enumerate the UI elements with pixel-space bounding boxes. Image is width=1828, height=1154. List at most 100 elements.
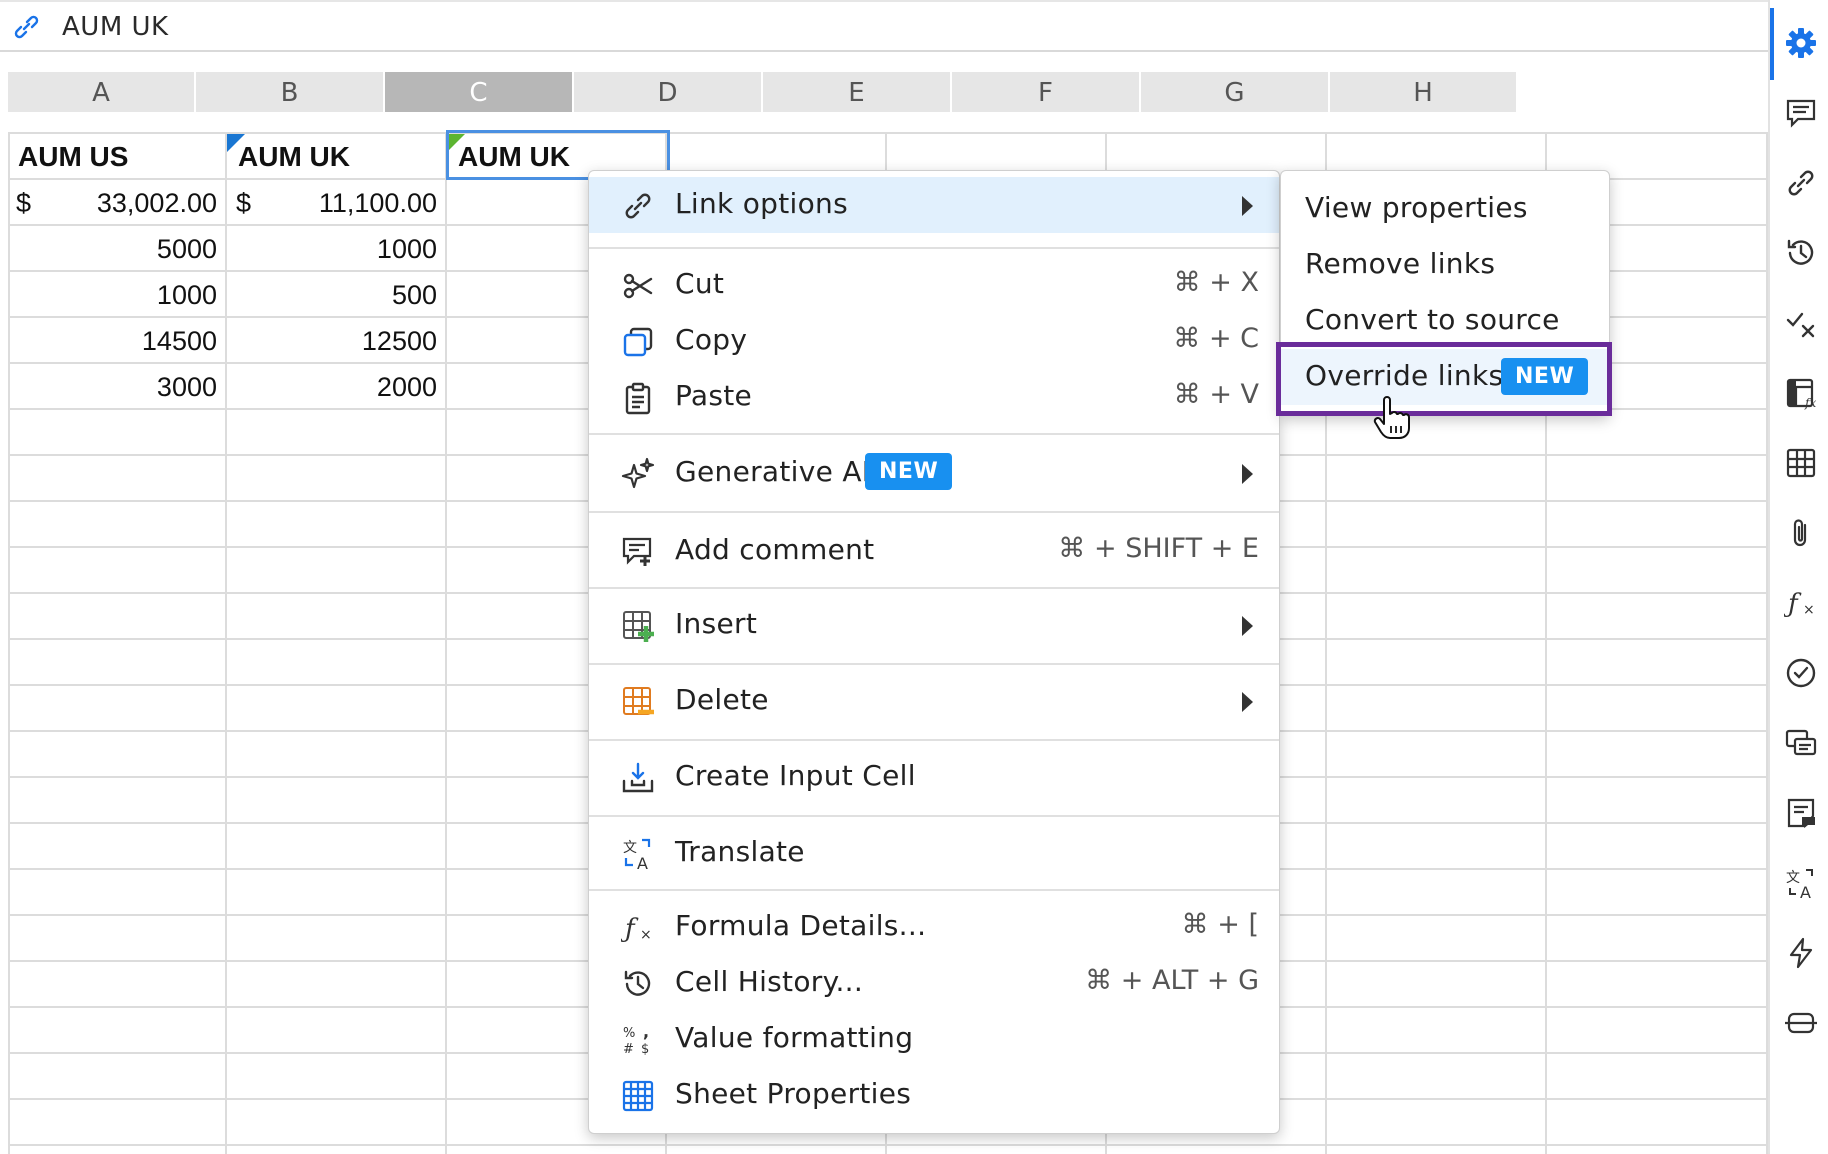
currency-symbol: $ <box>236 188 252 218</box>
menu-item-delete[interactable]: Delete <box>589 673 1279 729</box>
menu-item-insert[interactable]: Insert <box>589 597 1279 653</box>
column-header-g[interactable]: G <box>1141 72 1330 112</box>
formula-bar[interactable]: AUM UK <box>0 0 1768 52</box>
formula-bar-value[interactable]: AUM UK <box>62 12 169 42</box>
menu-item-create-input-cell[interactable]: Create Input Cell <box>589 749 1279 805</box>
hand-cursor-icon <box>1372 396 1412 440</box>
notes-icon[interactable] <box>1784 796 1818 830</box>
menu-item-link-options[interactable]: Link options <box>589 177 1279 233</box>
menu-item-sheet-properties[interactable]: Sheet Properties <box>589 1067 1279 1123</box>
comment-icon[interactable] <box>1784 96 1818 130</box>
menu-item-cell-history[interactable]: Cell History... ⌘ + ALT + G <box>589 955 1279 1011</box>
svg-text:×: × <box>640 927 652 943</box>
column-header-e[interactable]: E <box>763 72 952 112</box>
fx-icon: ƒ × <box>620 911 655 945</box>
menu-divider <box>589 739 1279 741</box>
active-indicator <box>1770 8 1774 80</box>
shortcut-hint: ⌘ + V <box>1173 379 1259 410</box>
menu-item-formula-details[interactable]: ƒ × Formula Details... ⌘ + [ <box>589 899 1279 955</box>
menu-item-label: Translate <box>675 835 805 868</box>
translate-icon: 文A <box>621 837 655 873</box>
menu-item-label: Cut <box>675 267 725 300</box>
submenu-arrow-icon <box>1242 616 1253 636</box>
column-header-d[interactable]: D <box>574 72 763 112</box>
submenu-item-label: Convert to source <box>1305 303 1560 336</box>
menu-divider <box>589 663 1279 665</box>
shortcut-hint: ⌘ + X <box>1173 267 1259 298</box>
history-icon <box>621 967 655 1001</box>
column-header-h[interactable]: H <box>1330 72 1518 112</box>
download-tray-icon <box>621 761 655 795</box>
history-icon[interactable] <box>1784 236 1818 270</box>
menu-item-add-comment[interactable]: Add comment ⌘ + SHIFT + E <box>589 523 1279 579</box>
cell-b2[interactable]: $11,100.00 <box>230 180 445 224</box>
menu-divider <box>589 511 1279 513</box>
svg-text:×: × <box>1803 602 1815 618</box>
highlight-frame <box>1276 342 1612 416</box>
formula-sheet-icon[interactable]: fx <box>1784 376 1818 410</box>
cell-b5[interactable]: 12500 <box>230 318 445 362</box>
menu-item-cut[interactable]: Cut ⌘ + X <box>589 257 1279 313</box>
table-icon[interactable] <box>1784 446 1818 480</box>
menu-divider <box>589 247 1279 249</box>
scissors-icon <box>621 269 655 303</box>
sparkle-icon <box>621 457 655 491</box>
cell-a2[interactable]: $33,002.00 <box>10 180 225 224</box>
cell-b1[interactable]: AUM UK <box>230 134 445 178</box>
cell-b3[interactable]: 1000 <box>230 226 445 270</box>
check-x-icon[interactable] <box>1784 306 1818 340</box>
cell-a4[interactable]: 1000 <box>10 272 225 316</box>
right-sidebar: fx ƒ × 文A <box>1768 0 1828 1154</box>
cell-a1[interactable]: AUM US <box>10 134 225 178</box>
cell-a6[interactable]: 3000 <box>10 364 225 408</box>
menu-item-label: Add comment <box>675 533 875 566</box>
shortcut-hint: ⌘ + C <box>1173 323 1259 354</box>
menu-divider <box>589 433 1279 435</box>
link-icon[interactable] <box>1784 166 1818 200</box>
paperclip-icon[interactable] <box>1784 516 1818 550</box>
menu-item-label: Paste <box>675 379 753 412</box>
menu-item-copy[interactable]: Copy ⌘ + C <box>589 313 1279 369</box>
submenu-arrow-icon <box>1242 692 1253 712</box>
dependency-icon[interactable] <box>1784 1006 1818 1040</box>
grid-row-line <box>8 1144 1768 1146</box>
currency-symbol: $ <box>16 188 32 218</box>
conversations-icon[interactable] <box>1784 726 1818 760</box>
column-header-c[interactable]: C <box>385 72 574 112</box>
cell-b6[interactable]: 2000 <box>230 364 445 408</box>
translate-icon[interactable]: 文A <box>1784 866 1818 902</box>
svg-text:$: $ <box>641 1042 649 1057</box>
cell-a5[interactable]: 14500 <box>10 318 225 362</box>
column-header-f[interactable]: F <box>952 72 1141 112</box>
link-icon <box>621 189 655 223</box>
menu-item-label: Copy <box>675 323 748 356</box>
menu-divider <box>589 815 1279 817</box>
submenu-item-label: Remove links <box>1305 247 1496 280</box>
menu-item-generative-ai[interactable]: Generative AI NEW <box>589 445 1279 501</box>
menu-item-paste[interactable]: Paste ⌘ + V <box>589 369 1279 425</box>
menu-item-label: Create Input Cell <box>675 759 916 792</box>
column-header-b[interactable]: B <box>196 72 385 112</box>
svg-text:A: A <box>637 854 648 871</box>
column-header-a[interactable]: A <box>8 72 196 112</box>
submenu-item-remove-links[interactable]: Remove links <box>1281 237 1609 293</box>
svg-text:#: # <box>623 1042 634 1057</box>
comment-add-icon <box>621 535 655 569</box>
grid-minus-icon <box>621 685 655 719</box>
menu-item-label: Link options <box>675 187 848 220</box>
cell-b4[interactable]: 500 <box>230 272 445 316</box>
fx-icon[interactable]: ƒ × <box>1783 586 1818 620</box>
submenu-item-convert-to-source[interactable]: Convert to source <box>1281 293 1609 349</box>
lightning-icon[interactable] <box>1784 936 1818 970</box>
gear-icon[interactable] <box>1784 26 1818 60</box>
submenu-item-view-properties[interactable]: View properties <box>1281 181 1609 237</box>
context-menu: Link options Cut ⌘ + X Copy ⌘ + C Paste … <box>588 170 1280 1134</box>
check-circle-icon[interactable] <box>1784 656 1818 690</box>
cell-a3[interactable]: 5000 <box>10 226 225 270</box>
menu-divider <box>589 889 1279 891</box>
menu-item-value-formatting[interactable]: %, # $ Value formatting <box>589 1011 1279 1067</box>
menu-item-translate[interactable]: 文A Translate <box>589 825 1279 881</box>
svg-text:文: 文 <box>623 840 637 856</box>
shortcut-hint: ⌘ + [ <box>1181 909 1259 940</box>
menu-item-label: Formula Details... <box>675 909 927 942</box>
